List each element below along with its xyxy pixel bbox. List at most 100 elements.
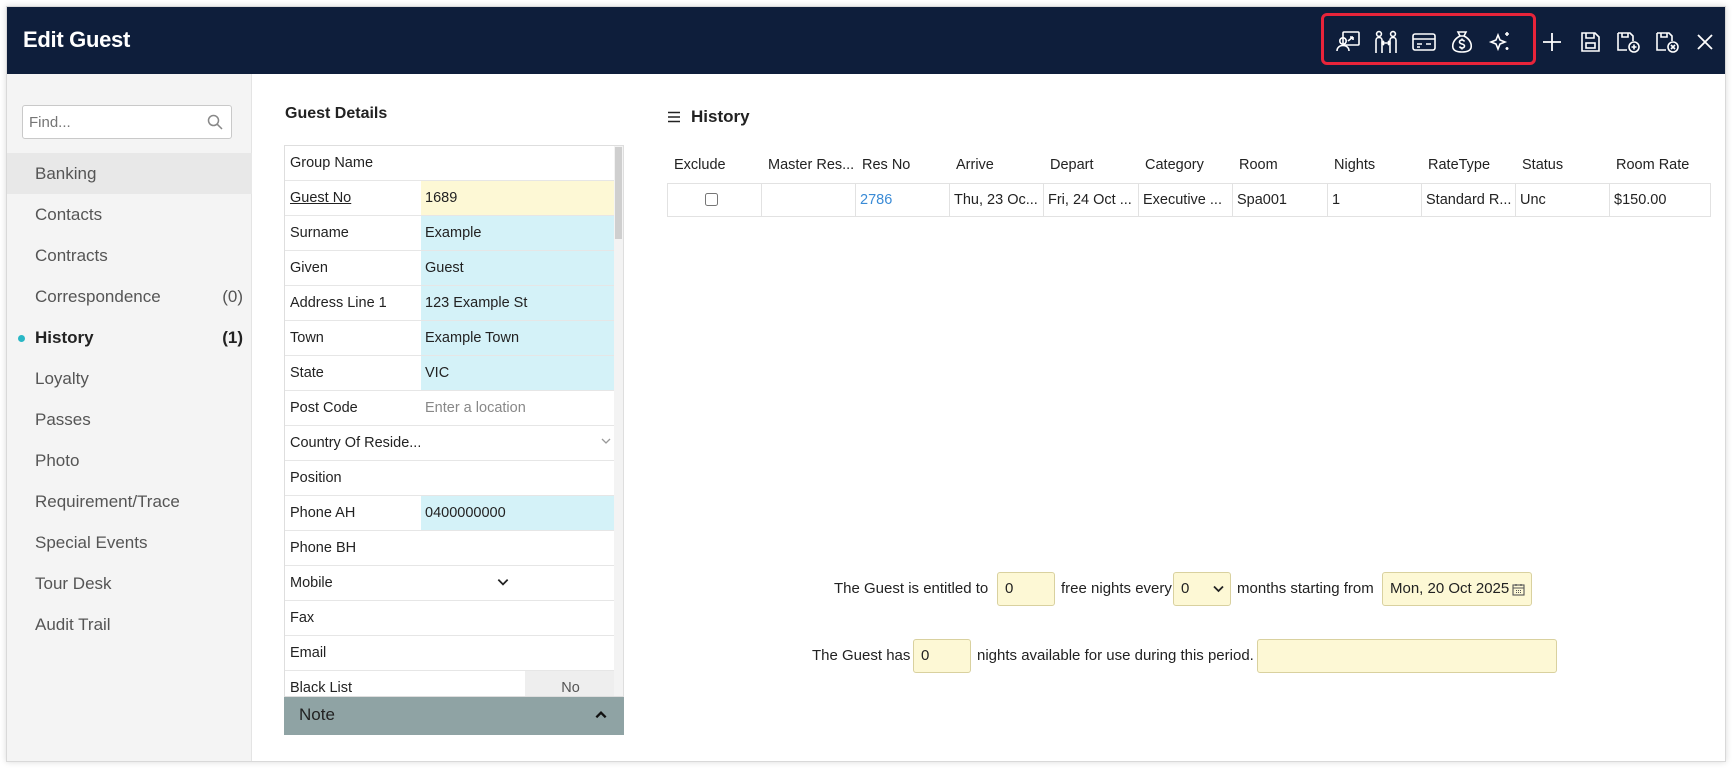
column-header[interactable]: Depart xyxy=(1050,157,1138,173)
field-value[interactable]: 123 Example St xyxy=(421,286,616,320)
save-and-new-icon[interactable] xyxy=(1613,27,1643,57)
sidebar-item-special-events[interactable]: Special Events xyxy=(7,522,252,563)
field-fax[interactable]: Fax xyxy=(285,601,616,636)
field-label: Black List xyxy=(290,680,353,696)
linked-guests-icon[interactable] xyxy=(1371,27,1401,57)
field-phone-bh[interactable]: Phone BH xyxy=(285,531,616,566)
save-and-close-icon[interactable] xyxy=(1652,27,1682,57)
chevron-down-icon xyxy=(601,438,611,444)
column-header[interactable]: Arrive xyxy=(956,157,1044,173)
guest-card-icon[interactable] xyxy=(1409,27,1439,57)
history-header: History xyxy=(667,107,750,127)
field-value[interactable]: 1689 xyxy=(421,181,616,215)
sidebar-item-history[interactable]: History (1) xyxy=(7,317,252,358)
sidebar-item-tour-desk[interactable]: Tour Desk xyxy=(7,563,252,604)
months-select[interactable]: 0 xyxy=(1173,572,1231,606)
field-guest-no[interactable]: Guest No 1689 xyxy=(285,181,616,216)
money-bag-icon[interactable] xyxy=(1447,27,1477,57)
sidebar-item-correspondence[interactable]: Correspondence (0) xyxy=(7,276,252,317)
column-header[interactable]: RateType xyxy=(1428,157,1516,173)
column-header[interactable]: Status xyxy=(1522,157,1610,173)
column-header[interactable]: Exclude xyxy=(674,157,764,173)
field-label: Position xyxy=(290,470,342,486)
field-label: Surname xyxy=(290,225,349,241)
field-value[interactable]: 0400000000 xyxy=(421,496,616,530)
field-surname[interactable]: Surname Example xyxy=(285,216,616,251)
sidebar-item-audit-trail[interactable]: Audit Trail xyxy=(7,604,252,645)
close-icon[interactable] xyxy=(1690,27,1720,57)
sidebar-item-contacts[interactable]: Contacts xyxy=(7,194,252,235)
find-input[interactable] xyxy=(23,106,193,138)
field-value[interactable]: Example Town xyxy=(421,321,616,355)
start-date-picker[interactable]: Mon, 20 Oct 2025 xyxy=(1382,572,1532,606)
sidebar-item-passes[interactable]: Passes xyxy=(7,399,252,440)
field-value[interactable]: Guest xyxy=(421,251,616,285)
sidebar-item-count: (0) xyxy=(222,287,243,306)
calendar-icon[interactable] xyxy=(1512,583,1525,596)
scrollbar-thumb[interactable] xyxy=(615,147,622,239)
chevron-up-icon[interactable] xyxy=(594,708,608,722)
field-town[interactable]: Town Example Town xyxy=(285,321,616,356)
sidebar-item-contracts[interactable]: Contracts xyxy=(7,235,252,276)
guest-details-table: Group Name Guest No 1689 Surname Example G… xyxy=(284,145,624,697)
column-header[interactable]: Master Res... xyxy=(768,157,856,173)
grid-header: Exclude Master Res... Res No Arrive Depa… xyxy=(667,155,1711,183)
free-nights-input[interactable]: 0 xyxy=(997,572,1055,606)
column-header[interactable]: Room Rate xyxy=(1616,157,1711,173)
column-header[interactable]: Room xyxy=(1239,157,1327,173)
field-value[interactable] xyxy=(421,566,616,600)
available-nights-input[interactable]: 0 xyxy=(913,639,971,673)
field-label: Post Code xyxy=(290,400,358,416)
period-value-field[interactable] xyxy=(1257,639,1557,673)
field-label: Country Of Reside... xyxy=(290,435,420,451)
res-no-link[interactable]: 2786 xyxy=(856,184,950,216)
field-value[interactable] xyxy=(421,531,616,565)
black-list-toggle[interactable]: No xyxy=(525,671,616,696)
chevron-down-icon xyxy=(1213,585,1224,593)
field-value[interactable] xyxy=(421,636,616,670)
country-select[interactable] xyxy=(421,426,616,460)
field-country-of-residence[interactable]: Country Of Reside... xyxy=(285,426,616,461)
field-value[interactable] xyxy=(421,146,616,180)
sidebar-item-loyalty[interactable]: Loyalty xyxy=(7,358,252,399)
scrollbar[interactable] xyxy=(614,146,623,696)
field-label[interactable]: Guest No xyxy=(290,181,420,215)
sidebar-item-requirement-trace[interactable]: Requirement/Trace xyxy=(7,481,252,522)
guest-transfer-icon[interactable] xyxy=(1333,27,1363,57)
sidebar: Banking Contacts Contracts Correspondenc… xyxy=(7,74,252,761)
sparkles-icon[interactable] xyxy=(1485,27,1515,57)
field-post-code[interactable]: Post Code Enter a location xyxy=(285,391,616,426)
field-address-line-1[interactable]: Address Line 1 123 Example St xyxy=(285,286,616,321)
field-state[interactable]: State VIC xyxy=(285,356,616,391)
window-title: Edit Guest xyxy=(23,27,131,52)
sidebar-item-label: Audit Trail xyxy=(35,615,111,634)
field-label: Town xyxy=(290,330,324,346)
start-date-value: Mon, 20 Oct 2025 xyxy=(1390,580,1510,597)
post-code-input[interactable]: Enter a location xyxy=(421,391,616,425)
field-value[interactable] xyxy=(421,601,616,635)
field-given[interactable]: Given Guest xyxy=(285,251,616,286)
field-black-list[interactable]: Black List No xyxy=(285,671,616,696)
sidebar-item-photo[interactable]: Photo xyxy=(7,440,252,481)
field-email[interactable]: Email xyxy=(285,636,616,671)
column-header[interactable]: Res No xyxy=(862,157,950,173)
field-value[interactable]: Example xyxy=(421,216,616,250)
note-panel-header[interactable]: Note xyxy=(284,697,624,735)
field-position[interactable]: Position xyxy=(285,461,616,496)
column-header[interactable]: Nights xyxy=(1334,157,1422,173)
sidebar-item-label: Photo xyxy=(35,451,80,470)
field-mobile[interactable]: Mobile xyxy=(285,566,616,601)
rate-type-cell: Standard R... xyxy=(1422,184,1516,216)
table-row[interactable]: 2786 Thu, 23 Oc... Fri, 24 Oct ... Execu… xyxy=(667,183,1711,217)
save-icon[interactable] xyxy=(1575,27,1605,57)
add-icon[interactable] xyxy=(1537,27,1567,57)
column-header[interactable]: Category xyxy=(1145,157,1233,173)
field-group-name[interactable]: Group Name xyxy=(285,146,616,181)
sidebar-item-banking[interactable]: Banking xyxy=(7,153,252,194)
field-phone-ah[interactable]: Phone AH 0400000000 xyxy=(285,496,616,531)
hamburger-menu-icon[interactable] xyxy=(667,111,681,123)
field-value[interactable]: VIC xyxy=(421,356,616,390)
chevron-down-icon[interactable] xyxy=(496,575,510,589)
exclude-checkbox[interactable] xyxy=(705,193,718,206)
field-value[interactable] xyxy=(421,461,616,495)
